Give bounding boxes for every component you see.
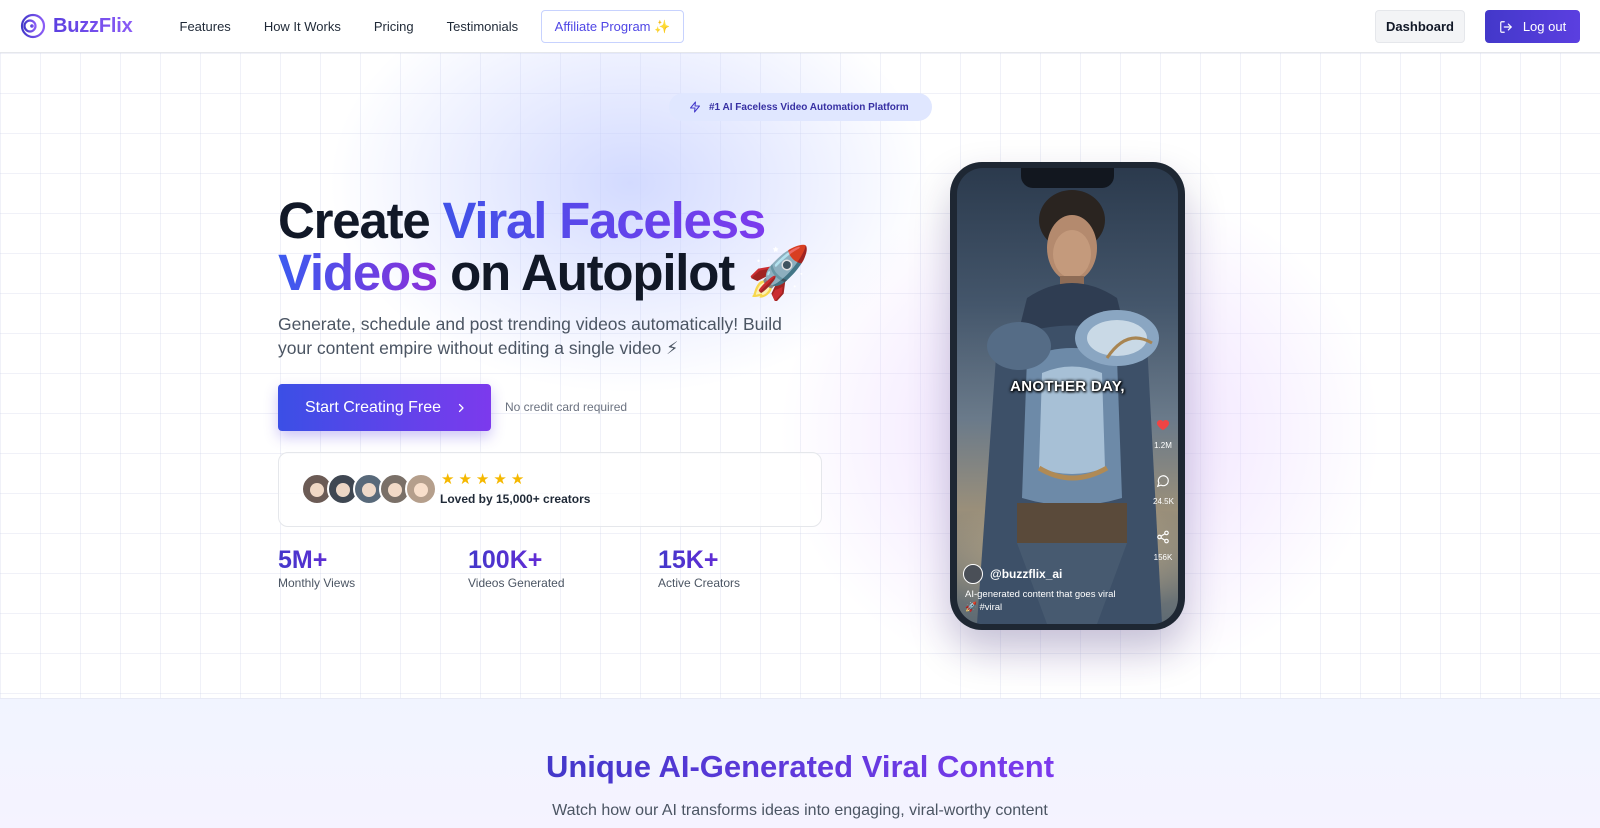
nav-link-testimonials[interactable]: Testimonials: [430, 19, 535, 34]
star-icon: ★: [475, 471, 490, 488]
logo-spiral-icon: [20, 13, 46, 39]
hero-section: #1 AI Faceless Video Automation Platform…: [0, 53, 1600, 698]
platform-badge-text: #1 AI Faceless Video Automation Platform: [709, 101, 909, 113]
share-count: 156K: [1153, 553, 1173, 562]
section-title: Unique AI-Generated Viral Content: [0, 749, 1600, 785]
brand-logo[interactable]: BuzzFlix: [19, 13, 133, 39]
headline-highlight-1: Viral Faceless: [442, 192, 767, 249]
star-icon: ★: [510, 471, 525, 488]
comment-action[interactable]: 24.5K: [1153, 474, 1174, 506]
phone-mockup: ANOTHER DAY, 1.2M 24.5K 156K @buzzflix_a…: [950, 162, 1185, 630]
rating-stars: ★ ★ ★ ★ ★: [441, 472, 524, 487]
dashboard-button[interactable]: Dashboard: [1375, 10, 1465, 43]
top-navbar: BuzzFlix Features How It Works Pricing T…: [0, 0, 1600, 53]
headline-part1: Create: [278, 192, 443, 249]
affiliate-program-button[interactable]: Affiliate Program ✨: [540, 10, 685, 43]
start-creating-label: Start Creating Free: [305, 398, 442, 416]
share-action[interactable]: 156K: [1153, 530, 1173, 562]
video-preview[interactable]: ANOTHER DAY, 1.2M 24.5K 156K @buzzflix_a…: [957, 168, 1178, 624]
hero-subheadline: Generate, schedule and post trending vid…: [278, 314, 782, 358]
stat-videos-generated: 100K+ Videos Generated: [468, 546, 565, 590]
nav-link-pricing[interactable]: Pricing: [357, 19, 430, 34]
star-icon: ★: [458, 471, 472, 488]
author-avatar: [963, 564, 983, 584]
armored-warrior-image: [977, 190, 1162, 624]
creator-avatars: [301, 473, 437, 505]
brand-name: BuzzFlix: [53, 14, 133, 37]
section-title-text: Unique AI-Generated Viral Content: [545, 749, 1055, 784]
stat-monthly-views: 5M+ Monthly Views: [278, 546, 355, 590]
video-caption: ANOTHER DAY,: [1010, 378, 1125, 395]
nav-link-features[interactable]: Features: [163, 19, 247, 34]
logout-icon: [1499, 20, 1512, 33]
video-description: AI-generated content that goes viral: [965, 589, 1116, 600]
social-proof-card: ★ ★ ★ ★ ★ Loved by 15,000+ creators: [278, 452, 822, 527]
ai-content-section: Unique AI-Generated Viral Content Watch …: [0, 698, 1600, 828]
star-icon: ★: [493, 471, 507, 488]
stat-value: 15K+: [658, 546, 740, 574]
hero-headline: Create Viral Faceless Videos on Autopilot…: [278, 195, 838, 299]
author-handle: @buzzflix_ai: [990, 567, 1063, 581]
comment-icon: [1156, 475, 1169, 488]
section-subtitle: Watch how our AI transforms ideas into e…: [552, 802, 1048, 819]
video-author[interactable]: @buzzflix_ai: [963, 564, 1062, 584]
stat-label: Monthly Views: [278, 576, 356, 590]
headline-highlight-2: Videos: [278, 244, 438, 301]
video-tags: 🚀 #viral: [965, 602, 1003, 613]
loved-by-text: Loved by 15,000+ creators: [440, 492, 591, 506]
avatar: [405, 473, 437, 505]
nav-links: Features How It Works Pricing Testimonia…: [163, 0, 685, 53]
start-creating-button[interactable]: Start Creating Free: [278, 384, 491, 431]
no-credit-card-note: No credit card required: [505, 400, 628, 414]
bolt-icon: [690, 101, 700, 113]
nav-link-how-it-works[interactable]: How It Works: [247, 19, 357, 34]
stat-label: Active Creators: [658, 576, 741, 590]
stat-value: 5M+: [278, 546, 355, 574]
star-icon: ★: [441, 471, 455, 488]
heart-icon: [1156, 419, 1170, 431]
stat-active-creators: 15K+ Active Creators: [658, 546, 740, 590]
chevron-right-icon: [458, 403, 464, 412]
comment-count: 24.5K: [1153, 497, 1174, 506]
share-icon: [1157, 530, 1169, 544]
phone-notch: [1021, 168, 1114, 188]
like-action[interactable]: 1.2M: [1153, 418, 1173, 450]
logout-label: Log out: [1522, 19, 1567, 34]
like-count: 1.2M: [1154, 441, 1172, 450]
headline-part2: on Autopilot 🚀: [437, 244, 810, 301]
logout-button[interactable]: Log out: [1485, 10, 1580, 43]
stat-value: 100K+: [468, 546, 565, 574]
platform-badge: #1 AI Faceless Video Automation Platform: [669, 93, 932, 121]
stat-label: Videos Generated: [468, 576, 565, 590]
